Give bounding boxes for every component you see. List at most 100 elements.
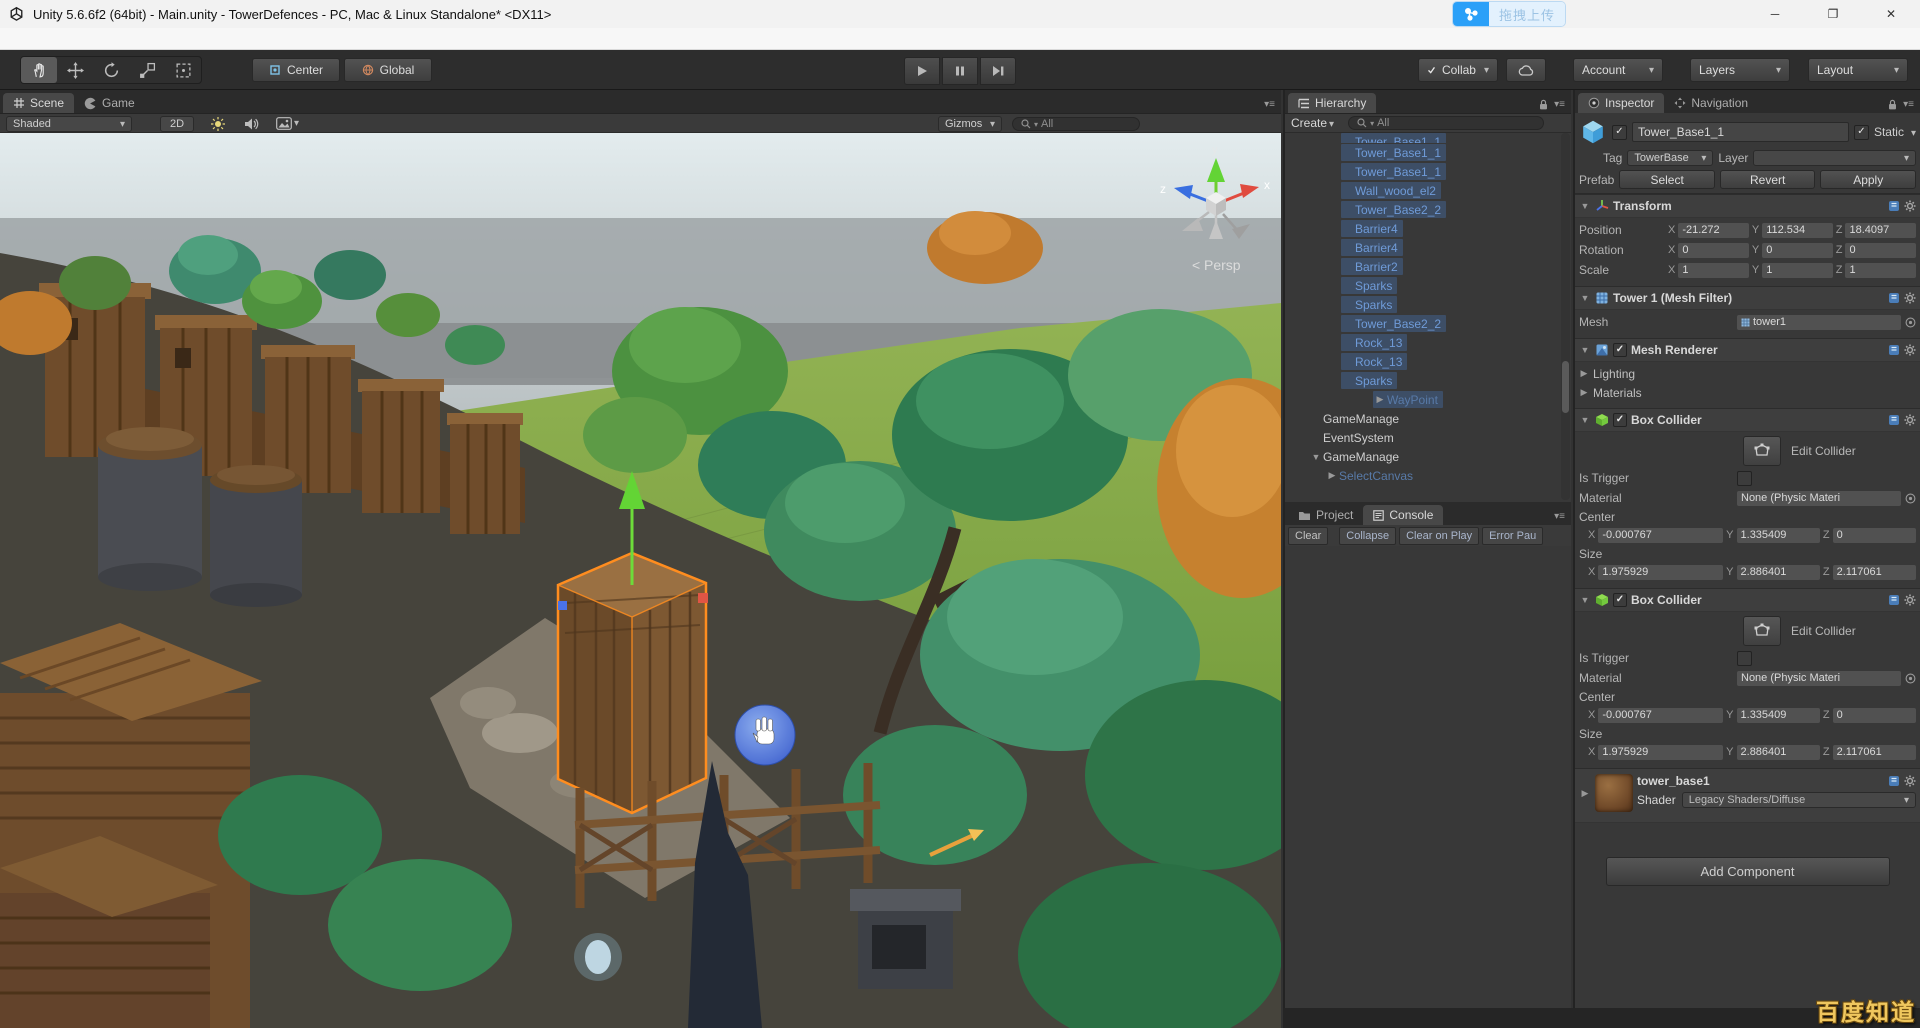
static-checkbox[interactable]	[1854, 125, 1869, 140]
menu-item[interactable]	[52, 28, 76, 50]
menu-item[interactable]	[76, 28, 100, 50]
is-trigger-checkbox[interactable]	[1737, 651, 1752, 666]
hierarchy-item[interactable]: SelectCanvas	[1285, 466, 1560, 485]
z-value-field[interactable]: 18.4097	[1845, 223, 1916, 238]
gizmos-dropdown[interactable]: Gizmos	[938, 116, 1002, 132]
scene-lighting-icon[interactable]	[210, 116, 226, 132]
hierarchy-item[interactable]: Wall_wood_el2	[1285, 181, 1560, 200]
center-z-field[interactable]: 0	[1833, 528, 1916, 543]
pivot-toggle-button[interactable]: Center	[252, 58, 340, 82]
persp-toggle-icon[interactable]: <	[1192, 257, 1200, 273]
prefab-apply-button[interactable]: Apply	[1820, 170, 1916, 189]
gear-icon[interactable]	[1904, 344, 1916, 356]
size-y-field[interactable]: 2.886401	[1737, 565, 1820, 580]
hierarchy-item[interactable]: Sparks	[1285, 295, 1560, 314]
lock-icon[interactable]	[1539, 99, 1548, 110]
help-icon[interactable]	[1888, 344, 1900, 356]
console-clear-button[interactable]: Clear	[1288, 527, 1328, 545]
lighting-foldout[interactable]: ▶Lighting	[1575, 364, 1920, 383]
box-collider-header[interactable]: ▼ Box Collider	[1575, 408, 1920, 432]
hierarchy-item[interactable]: Tower_Base2_2	[1285, 200, 1560, 219]
close-button[interactable]: ✕	[1862, 0, 1920, 28]
account-dropdown[interactable]: Account	[1573, 58, 1663, 82]
size-x-field[interactable]: 1.975929	[1598, 745, 1723, 760]
hierarchy-item[interactable]: Tower_Base1_1	[1285, 143, 1560, 162]
transform-header[interactable]: ▼ Transform	[1575, 194, 1920, 218]
shader-dropdown[interactable]: Legacy Shaders/Diffuse	[1682, 792, 1916, 808]
gear-icon[interactable]	[1904, 414, 1916, 426]
gear-icon[interactable]	[1904, 292, 1916, 304]
console-clear-on-play-toggle[interactable]: Clear on Play	[1399, 527, 1479, 545]
step-button[interactable]	[980, 57, 1016, 85]
gear-icon[interactable]	[1904, 594, 1916, 606]
tab-scene[interactable]: Scene	[3, 93, 74, 113]
tag-dropdown[interactable]: TowerBase	[1627, 150, 1713, 166]
scene-search-input[interactable]: ▾ All	[1012, 117, 1140, 131]
layer-dropdown[interactable]	[1753, 150, 1916, 166]
box-collider-checkbox[interactable]	[1613, 413, 1627, 427]
z-value-field[interactable]: 0	[1845, 243, 1916, 258]
hierarchy-item[interactable]: Barrier4	[1285, 238, 1560, 257]
panel-menu-icon[interactable]: ▾≡	[1554, 511, 1565, 522]
hierarchy-item[interactable]: Rock_13	[1285, 352, 1560, 371]
size-z-field[interactable]: 2.117061	[1833, 565, 1916, 580]
panel-menu-icon[interactable]: ▾≡	[1264, 99, 1275, 110]
hierarchy-item[interactable]: Barrier4	[1285, 219, 1560, 238]
hierarchy-item[interactable]: Tower_Base2_2	[1285, 314, 1560, 333]
maximize-button[interactable]: ❐	[1804, 0, 1862, 28]
menu-item[interactable]	[100, 28, 124, 50]
2d-toggle[interactable]: 2D	[160, 116, 194, 132]
static-dropdown[interactable]	[1909, 125, 1916, 139]
object-name-field[interactable]: Tower_Base1_1	[1632, 122, 1849, 142]
prefab-select-button[interactable]: Select	[1619, 170, 1715, 189]
size-z-field[interactable]: 2.117061	[1833, 745, 1916, 760]
pause-button[interactable]	[942, 57, 978, 85]
tab-inspector[interactable]: Inspector	[1578, 93, 1664, 113]
panel-menu-icon[interactable]: ▾≡	[1554, 99, 1565, 110]
center-z-field[interactable]: 0	[1833, 708, 1916, 723]
mesh-renderer-header[interactable]: ▼ Mesh Renderer	[1575, 338, 1920, 362]
scene-effects-dropdown[interactable]	[276, 117, 299, 130]
mesh-object-field[interactable]: tower1	[1737, 315, 1901, 330]
box-collider-header[interactable]: ▼ Box Collider	[1575, 588, 1920, 612]
layout-dropdown[interactable]: Layout	[1808, 58, 1908, 82]
console-error-pause-toggle[interactable]: Error Pau	[1482, 527, 1543, 545]
hierarchy-item[interactable]: Sparks	[1285, 371, 1560, 390]
physic-material-field[interactable]: None (Physic Materi	[1737, 491, 1901, 506]
hierarchy-scrollbar[interactable]	[1561, 133, 1570, 500]
box-collider-checkbox[interactable]	[1613, 593, 1627, 607]
upload-badge[interactable]: 拖拽上传	[1453, 2, 1565, 26]
help-icon[interactable]	[1888, 775, 1900, 787]
x-value-field[interactable]: 1	[1678, 263, 1749, 278]
scale-tool-button[interactable]	[129, 57, 165, 83]
center-y-field[interactable]: 1.335409	[1737, 708, 1820, 723]
size-y-field[interactable]: 2.886401	[1737, 745, 1820, 760]
foldout-icon[interactable]	[1325, 470, 1339, 481]
hierarchy-item[interactable]: Barrier2	[1285, 257, 1560, 276]
material-section[interactable]: ▶ tower_base1 Shader Legacy Shaders/Diff…	[1575, 768, 1920, 823]
prefab-revert-button[interactable]: Revert	[1720, 170, 1816, 189]
edit-collider-button[interactable]	[1743, 436, 1781, 466]
menu-item[interactable]	[28, 28, 52, 50]
hierarchy-item[interactable]: Tower_Base1_1	[1285, 133, 1560, 143]
materials-foldout[interactable]: ▶Materials	[1575, 383, 1920, 402]
scene-audio-icon[interactable]	[244, 117, 259, 131]
x-value-field[interactable]: 0	[1678, 243, 1749, 258]
object-picker-icon[interactable]	[1905, 673, 1916, 684]
hierarchy-item[interactable]: EventSystem	[1285, 428, 1560, 447]
play-button[interactable]	[904, 57, 940, 85]
mesh-renderer-checkbox[interactable]	[1613, 343, 1627, 357]
hierarchy-item[interactable]: GameManage	[1285, 409, 1560, 428]
add-component-button[interactable]: Add Component	[1606, 857, 1890, 886]
cloud-button[interactable]	[1506, 58, 1546, 82]
hierarchy-search-input[interactable]: ▾ All	[1348, 116, 1544, 130]
is-trigger-checkbox[interactable]	[1737, 471, 1752, 486]
menu-item[interactable]	[4, 28, 28, 50]
persp-label[interactable]: Persp	[1204, 257, 1241, 273]
create-button[interactable]: Create	[1291, 116, 1334, 130]
active-checkbox[interactable]	[1612, 125, 1627, 140]
foldout-icon[interactable]	[1309, 452, 1323, 462]
rotate-tool-button[interactable]	[93, 57, 129, 83]
z-value-field[interactable]: 1	[1845, 263, 1916, 278]
center-x-field[interactable]: -0.000767	[1598, 708, 1723, 723]
